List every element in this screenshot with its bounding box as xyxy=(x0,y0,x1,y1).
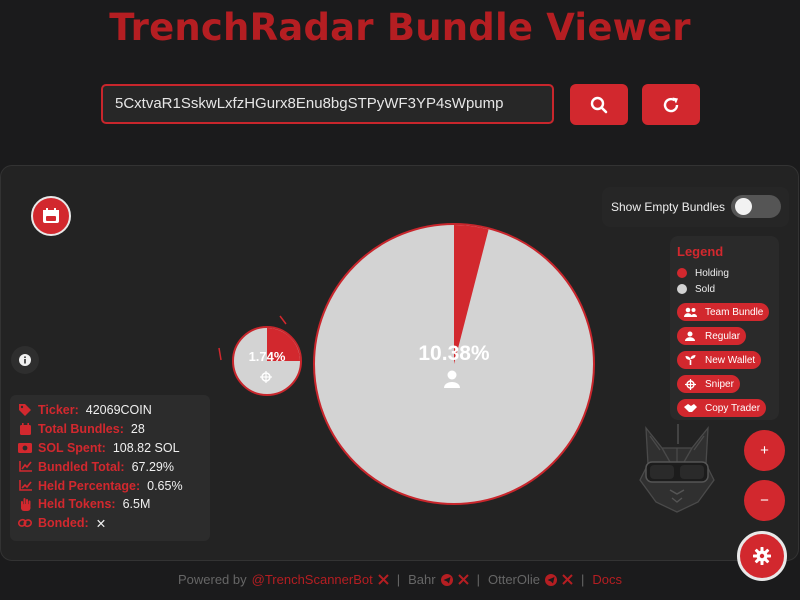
stat-bonded-value: ✕ xyxy=(95,516,107,531)
legend-new-wallet[interactable]: New Wallet xyxy=(677,351,762,369)
footer-powered-by: Powered by xyxy=(177,572,247,587)
stat-sol-spent-value: 108.82 SOL xyxy=(112,440,180,455)
bubble-connector xyxy=(218,347,222,361)
stat-ticker: Ticker: 42069COIN xyxy=(17,401,203,420)
link-icon xyxy=(17,518,33,528)
seedling-icon xyxy=(683,355,697,365)
legend-team-bundle[interactable]: Team Bundle xyxy=(677,303,770,321)
chart-line-icon xyxy=(17,461,33,473)
footer-separator: | xyxy=(396,572,401,587)
users-icon xyxy=(683,307,697,317)
stat-bonded-label: Bonded: xyxy=(38,516,89,531)
stat-total-bundles-label: Total Bundles: xyxy=(38,422,124,437)
gear-icon xyxy=(753,547,771,565)
stat-held-tokens-label: Held Tokens: xyxy=(38,497,116,512)
footer-bot-link[interactable]: @TrenchScannerBot xyxy=(252,572,373,587)
legend-regular-label: Regular xyxy=(705,330,741,342)
money-bill-icon xyxy=(17,442,33,453)
stat-bundled-total-value: 67.29% xyxy=(131,459,174,474)
user-icon xyxy=(683,331,697,341)
stat-held-tokens: Held Tokens: 6.5M xyxy=(17,495,203,514)
bundle-bubble[interactable]: 10.38% xyxy=(313,223,595,505)
legend-sold-label: Sold xyxy=(695,283,716,295)
legend-copy-trader[interactable]: Copy Trader xyxy=(677,399,767,417)
stat-bundled-total: Bundled Total: 67.29% xyxy=(17,457,203,476)
stat-total-bundles-value: 28 xyxy=(130,422,145,437)
x-icon[interactable] xyxy=(562,574,573,585)
sold-swatch xyxy=(677,284,687,294)
stat-held-tokens-value: 6.5M xyxy=(122,497,151,512)
crosshairs-icon xyxy=(683,378,697,390)
holding-swatch xyxy=(677,268,687,278)
stat-held-percentage: Held Percentage: 0.65% xyxy=(17,476,203,495)
stat-ticker-label: Ticker: xyxy=(38,403,79,418)
footer-separator: | xyxy=(476,572,480,587)
bubble-percent-label: 10.38% xyxy=(418,342,490,365)
footer-name-bahr: Bahr xyxy=(408,572,436,587)
legend-new-wallet-label: New Wallet xyxy=(705,354,756,366)
cat-mascot-logo xyxy=(639,424,715,513)
footer-separator: | xyxy=(581,572,585,587)
tag-icon xyxy=(17,404,33,417)
hand-icon xyxy=(17,497,33,511)
legend-sniper[interactable]: Sniper xyxy=(677,375,740,393)
stat-sol-spent-label: SOL Spent: xyxy=(38,440,106,455)
zoom-in-button[interactable]: + xyxy=(744,430,785,471)
stat-total-bundles: Total Bundles: 28 xyxy=(17,420,203,439)
legend-holding-label: Holding xyxy=(695,267,729,279)
x-icon[interactable] xyxy=(457,574,469,585)
legend: Legend Holding Sold Team Bundle Regular … xyxy=(670,236,779,420)
stat-bonded: Bonded: ✕ xyxy=(17,514,203,533)
token-stats-panel: Ticker: 42069COIN Total Bundles: 28 SOL … xyxy=(10,395,210,541)
legend-sniper-label: Sniper xyxy=(705,378,734,390)
bubble-percent-label: 1.74% xyxy=(249,349,286,364)
legend-team-bundle-label: Team Bundle xyxy=(705,306,764,318)
handshake-icon xyxy=(683,403,697,413)
x-icon[interactable] xyxy=(378,574,389,585)
legend-title: Legend xyxy=(677,244,724,259)
stat-sol-spent: SOL Spent: 108.82 SOL xyxy=(17,439,203,458)
legend-sold: Sold xyxy=(677,281,772,297)
stat-ticker-value: 42069COIN xyxy=(85,403,152,418)
telegram-icon[interactable] xyxy=(545,573,557,586)
legend-holding: Holding xyxy=(677,265,772,281)
footer-docs-link[interactable]: Docs xyxy=(592,572,622,587)
bubble-connector xyxy=(279,315,287,325)
footer: Powered by @TrenchScannerBot | Bahr | Ot… xyxy=(0,572,800,587)
stat-held-percentage-label: Held Percentage: xyxy=(38,478,141,493)
calendar-icon xyxy=(17,423,33,436)
telegram-icon[interactable] xyxy=(440,573,453,586)
zoom-out-button[interactable]: − xyxy=(744,480,785,521)
legend-copy-trader-label: Copy Trader xyxy=(705,402,761,414)
stat-held-percentage-value: 0.65% xyxy=(147,478,183,493)
bundle-bubble[interactable]: 1.74% xyxy=(218,315,302,396)
chart-line-icon xyxy=(17,480,33,491)
legend-regular[interactable]: Regular xyxy=(677,327,747,345)
footer-name-otterolie: OtterOlie xyxy=(487,572,540,587)
stat-bundled-total-label: Bundled Total: xyxy=(38,459,125,474)
